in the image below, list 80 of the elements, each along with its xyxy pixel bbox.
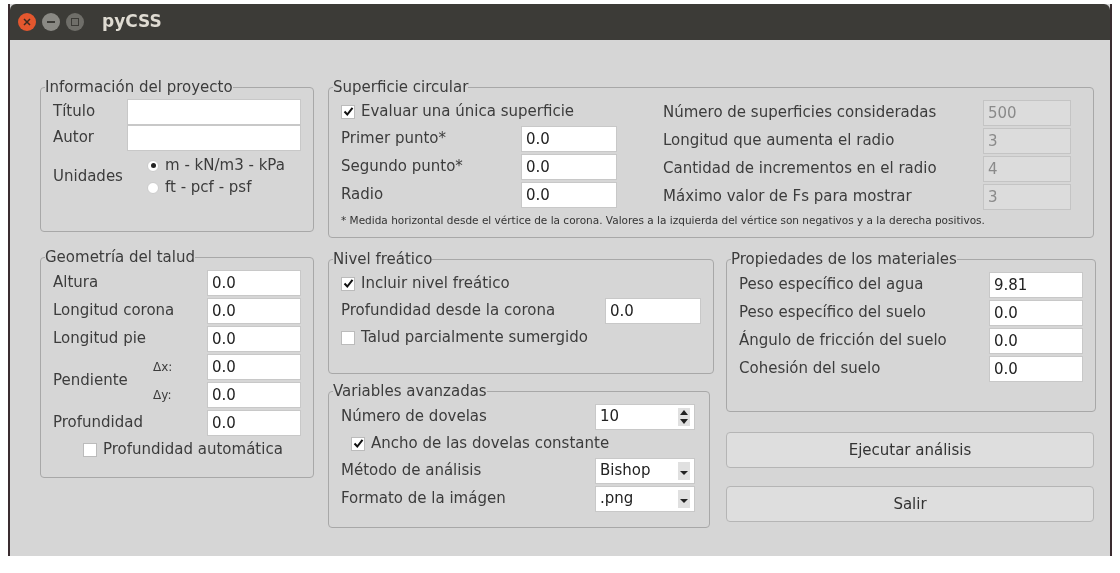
field-label: Método de análisis [341, 460, 483, 482]
field-label: Primer punto* [341, 128, 447, 150]
field-label: Máximo valor de Fs para mostrar [663, 186, 913, 208]
group-title: Geometría del talud [45, 247, 195, 268]
action-button[interactable]: Salir [726, 486, 1094, 522]
text-field[interactable]: 0.0 [207, 409, 301, 436]
checkbox-label: Evaluar una única superficie [361, 101, 575, 123]
field-label: Peso específico del agua [739, 274, 925, 296]
field-label: Cantidad de incrementos en el radio [663, 158, 938, 180]
text-field[interactable]: 0.0 [605, 297, 701, 324]
radio-label: ft - pcf - psf [165, 177, 252, 199]
group-title: Superficie circular [333, 77, 469, 98]
maximize-icon [71, 18, 79, 26]
checkbox[interactable] [341, 330, 355, 345]
text-field[interactable]: 0.0 [207, 381, 301, 408]
checkbox[interactable] [341, 104, 355, 119]
checkbox-label: Ancho de las dovelas constante [371, 433, 610, 455]
dropdown[interactable]: Bishop [595, 457, 695, 484]
radio-button[interactable] [147, 159, 159, 172]
checkmark-icon [352, 438, 364, 449]
field-label: Profundidad desde la corona [341, 300, 557, 322]
checkbox[interactable] [83, 442, 97, 457]
minimize-icon [47, 21, 55, 23]
radio-label: m - kN/m3 - kPa [165, 155, 285, 177]
field-label: Longitud que aumenta el radio [663, 130, 896, 152]
dropdown[interactable]: .png [595, 485, 695, 512]
checkbox-label: Talud parcialmente sumergido [361, 327, 588, 349]
window-title: pyCSS [102, 10, 162, 34]
field-label: Pendiente [53, 370, 129, 392]
field-label: Δx: [153, 358, 174, 376]
text-field[interactable]: 0.0 [207, 353, 301, 380]
footnote: * Medida horizontal desde el vértice de la corona. Valores a la izquierda del vértice son negativos y a la derecha positivos. [341, 212, 986, 228]
checkbox[interactable] [351, 436, 365, 451]
text-field[interactable]: 0.0 [989, 327, 1083, 354]
field-label: Altura [53, 272, 100, 294]
field-label: Δy: [153, 386, 173, 404]
field-label: Radio [341, 184, 385, 206]
text-field[interactable]: 0.0 [989, 355, 1083, 382]
checkmark-icon [342, 278, 354, 289]
field-label: Número de superficies consideradas [663, 102, 938, 124]
field-label: Título [53, 101, 97, 123]
checkbox-label: Profundidad automática [103, 439, 283, 461]
text-field[interactable]: 9.81 [989, 271, 1083, 298]
text-field[interactable]: 0.0 [207, 269, 301, 296]
field-label: Autor [53, 127, 95, 149]
field-label: Ángulo de fricción del suelo [739, 329, 948, 352]
field-label: Longitud corona [53, 300, 176, 322]
text-field[interactable]: 0.0 [989, 299, 1083, 326]
action-button[interactable]: Ejecutar análisis [726, 432, 1094, 468]
group-title: Variables avanzadas [333, 381, 487, 402]
field-label: Profundidad [53, 412, 144, 434]
spin-box[interactable]: 10 [595, 403, 695, 430]
group-title: Información del proyecto [45, 77, 233, 98]
maximize-button[interactable] [66, 13, 84, 31]
checkbox-label: Incluir nivel freático [361, 273, 510, 295]
checkmark-icon [342, 106, 354, 117]
text-field[interactable]: 0.0 [521, 181, 617, 208]
text-field[interactable]: 0.0 [521, 153, 617, 180]
checkbox[interactable] [341, 276, 355, 291]
text-field[interactable]: 0.0 [207, 325, 301, 352]
text-field[interactable] [127, 124, 301, 151]
field-label: Peso específico del suelo [739, 302, 927, 324]
caret-icon [678, 489, 690, 508]
minimize-button[interactable] [42, 13, 60, 31]
field-label: Formato de la imágen [341, 488, 507, 510]
caret-icon [678, 461, 690, 480]
radio-button[interactable] [147, 181, 159, 194]
field-label: Cohesión del suelo [739, 358, 882, 380]
field-label: Segundo punto* [341, 156, 464, 178]
text-field[interactable]: 0.0 [521, 125, 617, 152]
close-button[interactable] [18, 13, 36, 31]
text-field[interactable]: 0.0 [207, 297, 301, 324]
field-label: Unidades [53, 166, 124, 188]
group-title: Propiedades de los materiales [731, 249, 957, 270]
close-icon [23, 18, 31, 26]
text-field[interactable] [127, 98, 301, 125]
field-label: Longitud pie [53, 328, 148, 350]
field-label: Número de dovelas [341, 406, 488, 428]
spin-arrows-icon[interactable] [678, 407, 690, 426]
group-title: Nivel freático [333, 249, 433, 270]
